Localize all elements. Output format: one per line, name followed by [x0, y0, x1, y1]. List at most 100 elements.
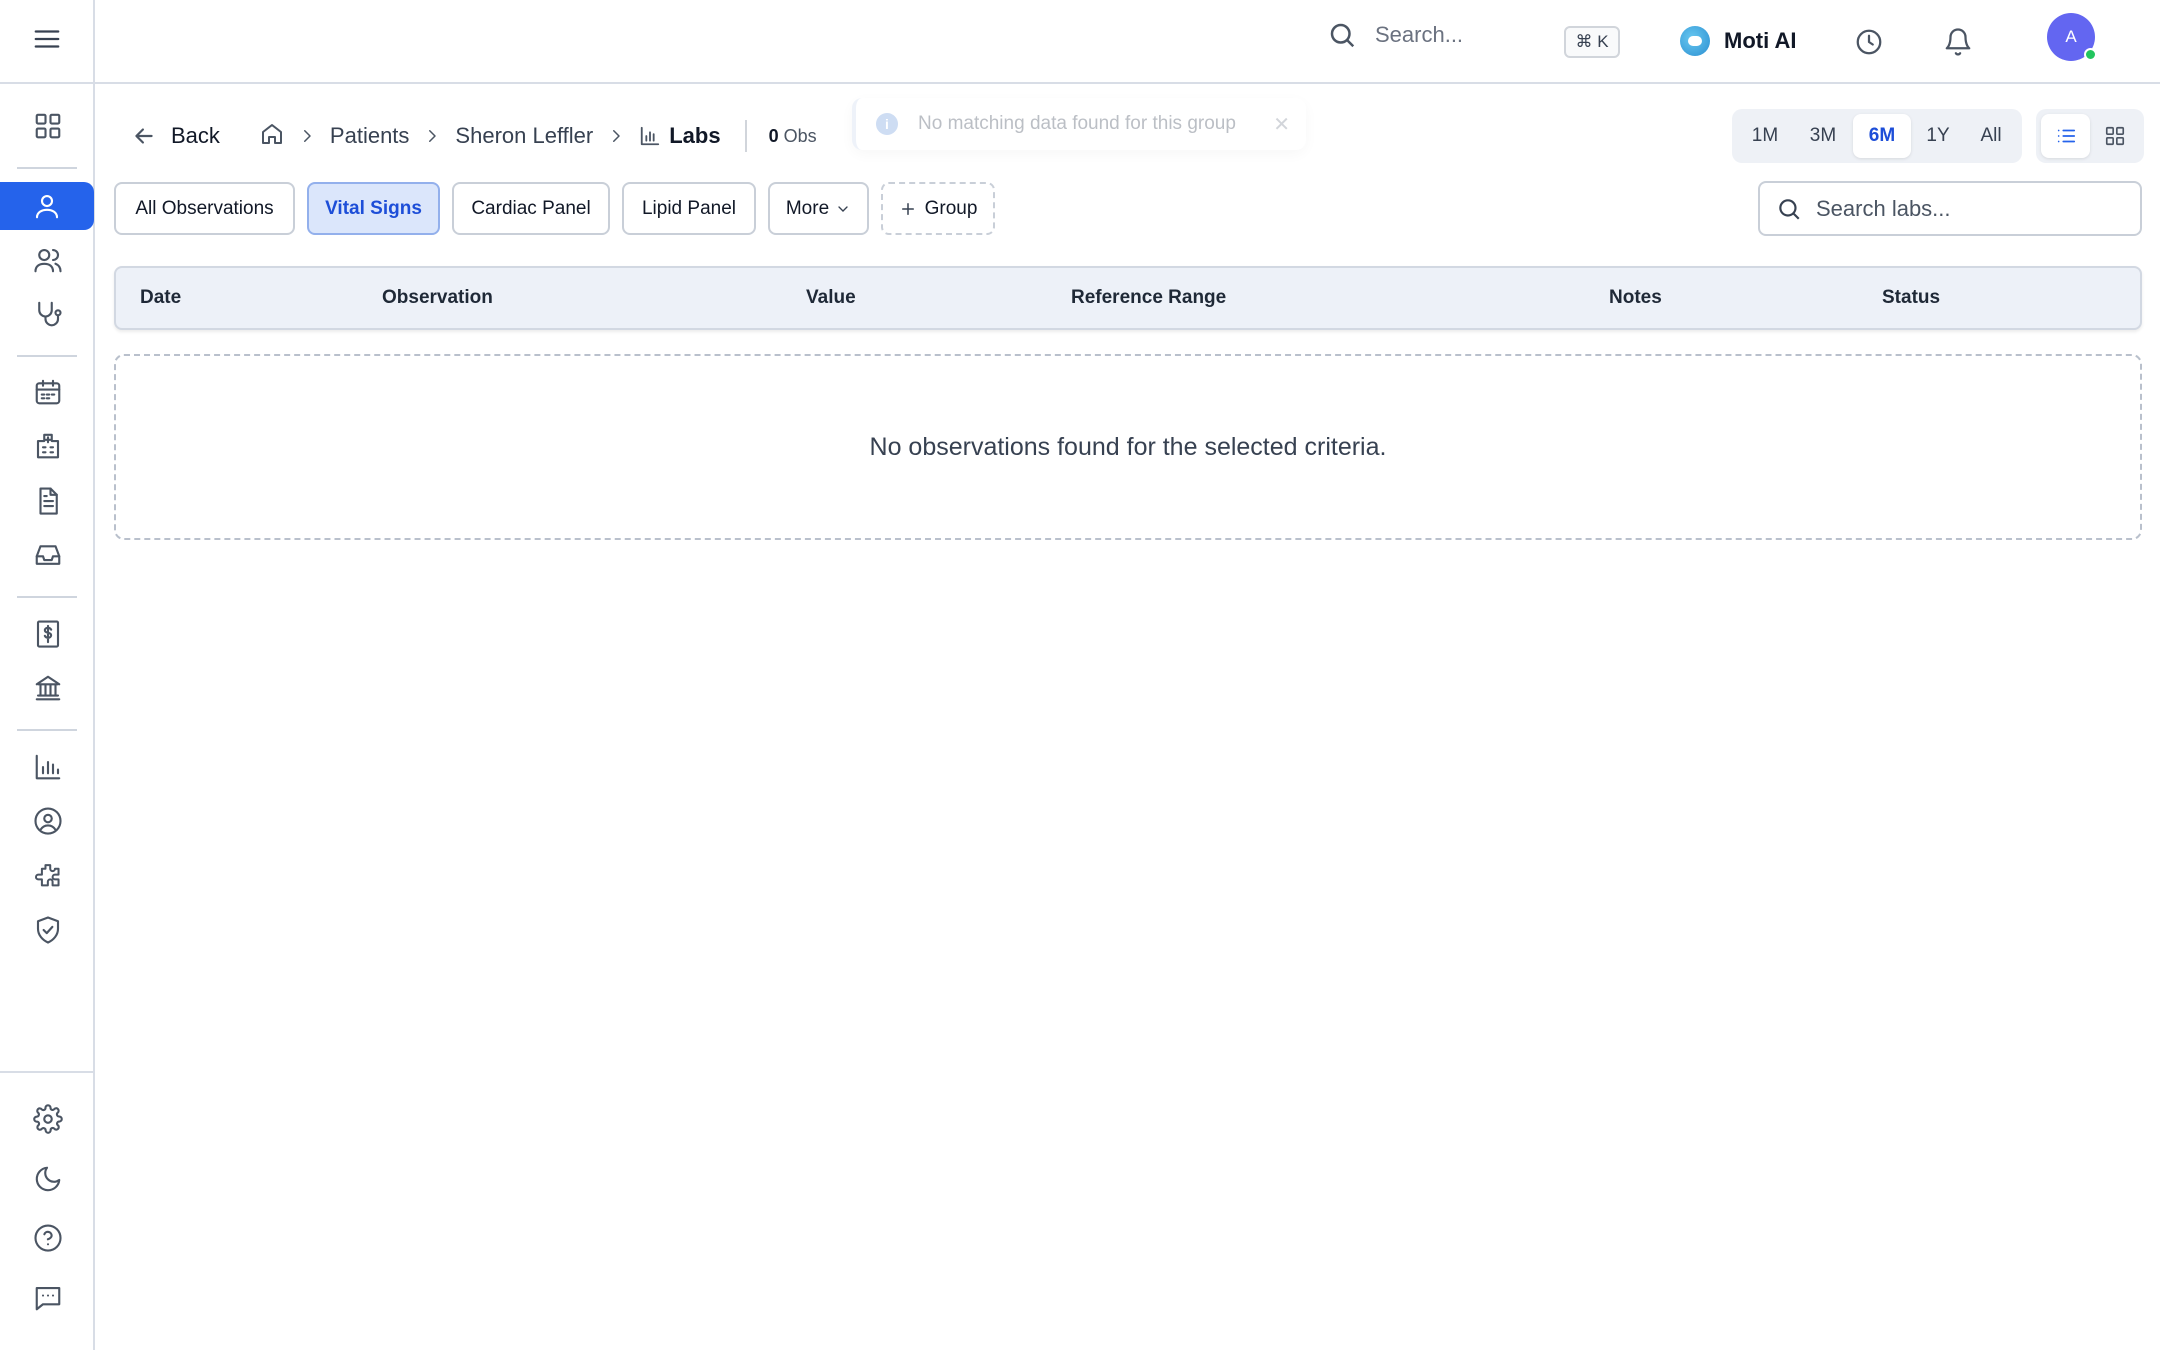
more-label: More — [785, 197, 830, 219]
search-icon — [1330, 23, 1355, 48]
observation-count: 0 Obs — [769, 126, 817, 147]
column-header-reference-range[interactable]: Reference Range — [1071, 287, 1226, 309]
back-button[interactable]: Back — [131, 123, 220, 149]
toast-message: No matching data found for this group — [918, 113, 1236, 134]
sidebar-item-clinical[interactable] — [0, 290, 95, 338]
view-toggle — [2036, 109, 2144, 163]
bell-icon — [1945, 28, 1971, 56]
back-label: Back — [171, 123, 220, 148]
menu-icon[interactable] — [32, 24, 62, 59]
range-1m[interactable]: 1M — [1737, 114, 1793, 158]
calendar-icon — [35, 379, 60, 405]
range-1y[interactable]: 1Y — [1911, 114, 1965, 158]
tab-vital-signs[interactable]: Vital Signs — [307, 182, 440, 235]
empty-state: No observations found for the selected c… — [114, 354, 2142, 540]
chevron-right-icon — [303, 130, 311, 142]
billing-icon — [36, 620, 59, 648]
tab-lipid-panel[interactable]: Lipid Panel — [622, 182, 756, 235]
moti-ai-button[interactable]: Moti AI — [1680, 26, 1797, 56]
help-icon — [33, 1224, 62, 1252]
sidebar-item-billing[interactable] — [0, 610, 95, 658]
sidebar-item-users[interactable] — [0, 236, 95, 284]
sidebar-item-facilities[interactable] — [0, 422, 95, 470]
clock-icon — [1856, 29, 1882, 55]
empty-state-message: No observations found for the selected c… — [869, 432, 1387, 461]
column-header-value[interactable]: Value — [806, 287, 856, 309]
chevron-down-icon — [838, 205, 848, 212]
notifications-button[interactable] — [1943, 27, 1973, 57]
avatar-initial: A — [2065, 27, 2077, 46]
list-view-button[interactable] — [2041, 114, 2090, 158]
sidebar-item-feedback[interactable] — [0, 1274, 95, 1322]
arrow-left-icon — [135, 128, 153, 144]
column-header-status[interactable]: Status — [1882, 287, 1940, 309]
range-3m[interactable]: 3M — [1793, 114, 1853, 158]
info-toast: i No matching data found for this group … — [852, 98, 1306, 150]
sidebar-item-finance[interactable] — [0, 664, 95, 712]
security-icon — [36, 916, 59, 944]
dark-mode-icon — [35, 1166, 60, 1192]
online-status-dot — [2084, 48, 2097, 61]
sidebar-item-settings[interactable] — [0, 1095, 95, 1143]
sidebar-header — [0, 0, 93, 84]
avatar[interactable]: A — [2047, 13, 2097, 61]
add-group-button[interactable]: Group — [881, 182, 995, 235]
sidebar-item-calendar[interactable] — [0, 368, 95, 416]
tab-all-observations[interactable]: All Observations — [114, 182, 295, 235]
close-icon[interactable]: ✕ — [1273, 112, 1290, 137]
list-icon — [2057, 129, 2075, 143]
grid-icon — [2105, 126, 2124, 146]
dashboard-icon — [35, 113, 60, 139]
info-icon: i — [876, 113, 898, 135]
chat-icon — [35, 1286, 60, 1311]
sidebar-item-help[interactable] — [0, 1214, 95, 1262]
table-header: Date Observation Value Reference Range N… — [114, 266, 2142, 330]
breadcrumb-patient-name[interactable]: Sheron Leffler — [455, 123, 593, 149]
sidebar — [0, 0, 95, 1350]
global-search[interactable]: Search... — [1327, 20, 1463, 50]
grid-view-button[interactable] — [2090, 114, 2139, 158]
moti-ai-logo-icon — [1680, 26, 1710, 56]
search-labs-input[interactable] — [1816, 195, 2116, 222]
moti-ai-label: Moti AI — [1724, 28, 1797, 53]
sidebar-item-integrations[interactable] — [0, 852, 95, 900]
tab-cardiac-panel[interactable]: Cardiac Panel — [452, 182, 610, 235]
home-icon[interactable] — [260, 122, 284, 151]
profile-icon — [33, 807, 62, 835]
sidebar-item-profile[interactable] — [0, 797, 95, 845]
breadcrumb-current: Labs — [669, 123, 721, 148]
document-icon — [38, 487, 58, 515]
time-range-selector: 1M 3M 6M 1Y All — [1732, 109, 2022, 163]
sidebar-item-dashboard[interactable] — [0, 102, 95, 150]
sidebar-item-security[interactable] — [0, 906, 95, 954]
range-all[interactable]: All — [1965, 114, 2017, 158]
sidebar-item-documents[interactable] — [0, 477, 95, 525]
range-6m[interactable]: 6M — [1853, 114, 1911, 158]
plus-icon — [901, 202, 914, 215]
column-header-observation[interactable]: Observation — [382, 287, 493, 309]
users-icon — [33, 248, 62, 273]
search-icon — [1779, 198, 1800, 220]
chevron-right-icon — [613, 130, 620, 142]
observation-count-unit: Obs — [783, 125, 817, 146]
search-shortcut-badge: ⌘ K — [1564, 26, 1620, 58]
column-header-date[interactable]: Date — [140, 287, 181, 309]
sidebar-item-inbox[interactable] — [0, 531, 95, 579]
settings-icon — [32, 1104, 63, 1134]
breadcrumb: Back Patients Sheron Leffler Labs 0 Obs — [131, 120, 817, 152]
hospital-icon — [36, 433, 59, 459]
more-dropdown[interactable]: More — [768, 182, 869, 235]
column-header-notes[interactable]: Notes — [1609, 287, 1662, 309]
add-group-label: Group — [924, 197, 978, 219]
sidebar-item-patient[interactable] — [0, 182, 94, 230]
stethoscope-icon — [37, 301, 62, 327]
search-labs-field — [1758, 181, 2142, 236]
patient-icon — [35, 194, 59, 219]
breadcrumb-patients[interactable]: Patients — [330, 123, 410, 149]
integrations-icon — [34, 864, 60, 887]
sidebar-item-analytics[interactable] — [0, 743, 95, 791]
topbar: Search... ⌘ K Moti AI A — [95, 0, 2160, 84]
bar-chart-icon — [641, 126, 660, 146]
sidebar-item-theme[interactable] — [0, 1155, 95, 1203]
history-button[interactable] — [1854, 27, 1884, 57]
